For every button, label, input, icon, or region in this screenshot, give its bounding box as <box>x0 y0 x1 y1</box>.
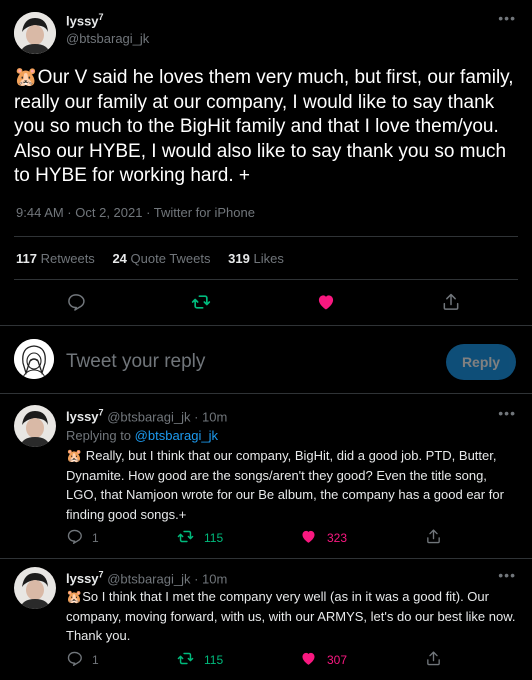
like-count: 323 <box>327 531 348 545</box>
reply-icon[interactable] <box>66 528 83 545</box>
author-avatar[interactable] <box>14 12 56 54</box>
reply-icon[interactable] <box>66 292 86 312</box>
reply-author-name-text: lyssy <box>66 409 99 425</box>
divider <box>14 236 518 237</box>
retweets-stat[interactable]: 117 Retweets <box>16 251 95 266</box>
reply-author-sup: 7 <box>98 408 104 418</box>
retweet-icon[interactable] <box>177 528 194 545</box>
reply-count: 1 <box>92 653 99 667</box>
like-heart-icon[interactable] <box>300 528 317 545</box>
more-options-icon[interactable]: ••• <box>498 567 516 583</box>
tweet-timestamp[interactable]: 9:44 AM · Oct 2, 2021 · Twitter for iPho… <box>16 205 255 220</box>
like-heart-icon[interactable] <box>316 292 336 312</box>
divider <box>0 558 532 559</box>
reply-header: lyssy7 @btsbaragi_jk · 10m <box>66 570 227 586</box>
reply-text: 🐹So I think that I met the company very … <box>66 587 518 646</box>
reply-author-sup: 7 <box>98 570 104 580</box>
more-options-icon[interactable]: ••• <box>498 405 516 421</box>
quotes-label: Quote Tweets <box>130 251 211 266</box>
likes-label: Likes <box>253 251 284 266</box>
reply-author-avatar[interactable] <box>14 567 56 609</box>
retweets-label: Retweets <box>40 251 95 266</box>
quotes-count: 24 <box>112 251 127 266</box>
reply-button[interactable]: Reply <box>446 344 516 380</box>
retweet-icon[interactable] <box>177 650 194 667</box>
retweet-count: 115 <box>204 531 224 545</box>
quotes-stat[interactable]: 24 Quote Tweets <box>112 251 210 266</box>
share-icon[interactable] <box>425 650 442 667</box>
tweet-body: Our V said he loves them very much, but … <box>14 67 514 186</box>
reply-input[interactable] <box>66 347 426 377</box>
reply-header: lyssy7 @btsbaragi_jk · 10m <box>66 408 227 424</box>
divider <box>0 325 532 326</box>
like-heart-icon[interactable] <box>300 650 317 667</box>
retweets-count: 117 <box>16 251 37 266</box>
reply-author-name[interactable]: lyssy7 <box>66 570 104 587</box>
my-avatar[interactable] <box>14 339 54 379</box>
reply-icon[interactable] <box>66 650 83 667</box>
author-handle[interactable]: @btsbaragi_jk <box>66 31 149 46</box>
hamster-emoji-icon: 🐹 <box>66 589 83 604</box>
replying-to-prefix: Replying to <box>66 428 132 443</box>
author-name-text: lyssy <box>66 13 99 29</box>
replying-to-handle[interactable]: @btsbaragi_jk <box>135 428 218 443</box>
reply-author-name[interactable]: lyssy7 <box>66 408 104 425</box>
reply-body: So I think that I met the company very w… <box>66 589 516 643</box>
reply-text: 🐹 Really, but I think that our company, … <box>66 446 518 524</box>
author-name-sup: 7 <box>98 12 104 22</box>
hamster-emoji-icon: 🐹 <box>66 448 83 463</box>
tweet-text: 🐹Our V said he loves them very much, but… <box>14 66 514 189</box>
reply-author-avatar[interactable] <box>14 405 56 447</box>
more-options-icon[interactable]: ••• <box>498 10 516 26</box>
reply-author-name-text: lyssy <box>66 571 99 587</box>
tweet-stats: 117 Retweets 24 Quote Tweets 319 Likes <box>16 251 284 266</box>
reply-handle-time[interactable]: @btsbaragi_jk · 10m <box>107 571 227 586</box>
reply-body: Really, but I think that our company, Bi… <box>66 448 504 522</box>
retweet-icon[interactable] <box>191 292 211 312</box>
hamster-emoji-icon: 🐹 <box>14 67 38 88</box>
like-count: 307 <box>327 653 348 667</box>
likes-stat[interactable]: 319 Likes <box>228 251 284 266</box>
retweet-count: 115 <box>204 653 224 667</box>
divider <box>0 393 532 394</box>
share-icon[interactable] <box>425 528 442 545</box>
replying-to: Replying to @btsbaragi_jk <box>66 428 218 443</box>
author-name[interactable]: lyssy7 <box>66 12 104 28</box>
reply-count: 1 <box>92 531 99 545</box>
divider <box>14 279 518 280</box>
share-icon[interactable] <box>441 292 461 312</box>
reply-handle-time[interactable]: @btsbaragi_jk · 10m <box>107 409 227 424</box>
likes-count: 319 <box>228 251 250 266</box>
